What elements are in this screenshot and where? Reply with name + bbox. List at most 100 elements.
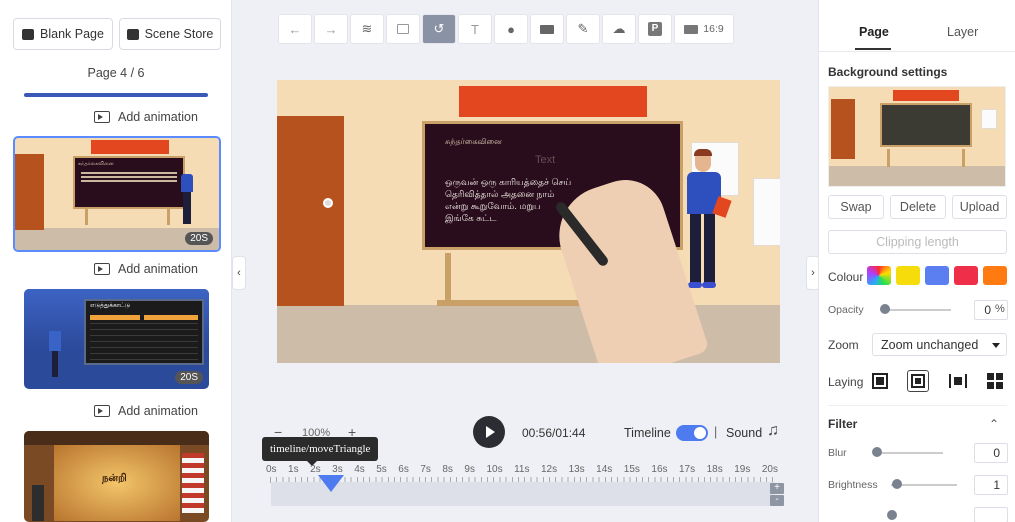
background-preview[interactable] [828, 86, 1006, 187]
add-animation-button[interactable]: Add animation [94, 262, 198, 276]
colour-label: Colour [828, 270, 864, 284]
text-tool-button[interactable]: T [458, 14, 492, 44]
animation-icon [94, 263, 110, 275]
undo-button[interactable]: ← [278, 14, 312, 44]
add-track-button[interactable]: + [770, 483, 784, 494]
plus-square-icon [22, 28, 35, 40]
playhead-triangle[interactable] [318, 475, 344, 492]
time-ruler-labels: 0s 1s 2s 3s 4s 5s 6s 7s 8s 9s 10s 11s 12s 13s 14s 15s 16… [266, 464, 778, 475]
fill-layout-icon [872, 373, 888, 389]
scene-canvas[interactable]: சுந்தர்கைவினை Text ஒருவன் ஒரு காரியத்தைச… [277, 80, 780, 363]
chevron-down-icon [992, 343, 1000, 348]
layers-icon: ≋ [361, 21, 373, 36]
timeline-toggle[interactable] [676, 425, 708, 441]
animation-icon [94, 111, 110, 123]
separator: | [714, 425, 718, 439]
undo-icon: ← [288, 21, 302, 37]
color-swatch-blue[interactable] [925, 266, 949, 285]
text-placeholder[interactable]: Text [535, 154, 555, 166]
remove-track-button[interactable]: - [770, 495, 784, 506]
filter-title: Filter [828, 417, 858, 431]
page-thumbnail-6[interactable]: நன்றி [24, 431, 209, 522]
blur-input[interactable]: 0 [974, 443, 1008, 463]
laying-fit-button[interactable] [907, 370, 929, 392]
next-filter-input[interactable] [974, 507, 1008, 522]
cloud-icon: ☁ [612, 21, 626, 36]
text-icon: T [471, 21, 479, 37]
zoom-select[interactable]: Zoom unchanged [872, 333, 1007, 356]
color-swatch-yellow[interactable] [896, 266, 920, 285]
opacity-slider-handle[interactable] [880, 304, 890, 314]
microphone-icon: ● [507, 21, 515, 37]
chevron-up-icon[interactable]: ⌃ [989, 417, 999, 431]
brightness-slider-handle[interactable] [892, 479, 902, 489]
play-button[interactable] [473, 416, 505, 448]
brightness-label: Brightness [828, 479, 878, 491]
page-counter: Page 4 / 6 [87, 66, 145, 80]
blank-page-button[interactable]: Blank Page [13, 18, 113, 50]
opacity-slider[interactable] [881, 309, 951, 311]
sound-label: Sound [726, 426, 763, 440]
animation-icon [94, 405, 110, 417]
laying-label: Laying [828, 375, 864, 389]
opacity-label: Opacity [828, 304, 864, 316]
timeline-panel: − 100% + 00:56/01:44 Timeline | Sound ♫ … [262, 400, 802, 522]
page-thumbnail-5[interactable]: எடுத்துக்காட்டு 20S [24, 289, 209, 389]
aspect-ratio-button[interactable]: 16:9 [674, 14, 734, 44]
store-icon [126, 28, 139, 40]
add-animation-button[interactable]: Add animation [94, 110, 198, 124]
page-thumbnail-4[interactable]: சுந்தர்கைவினை 20S [13, 136, 221, 252]
p-button[interactable]: P [638, 14, 672, 44]
laying-fill-button[interactable] [869, 370, 891, 392]
timeline-track[interactable] [271, 482, 775, 506]
layers-button[interactable]: ≋ [350, 14, 384, 44]
tab-page[interactable]: Page [859, 25, 889, 39]
blur-slider[interactable] [877, 452, 943, 454]
upload-button[interactable]: Upload [952, 195, 1007, 219]
pen-button[interactable]: ✎ [566, 14, 600, 44]
tab-layer[interactable]: Layer [947, 25, 978, 39]
camera-button[interactable] [530, 14, 564, 44]
chevron-right-icon: › [811, 267, 815, 279]
door [277, 116, 344, 306]
collapse-left-panel-button[interactable]: ‹ [232, 256, 246, 290]
zoom-label: Zoom [828, 338, 859, 352]
record-audio-button[interactable]: ● [494, 14, 528, 44]
blur-slider-handle[interactable] [872, 447, 882, 457]
banner [459, 86, 647, 117]
scene-store-button[interactable]: Scene Store [119, 18, 221, 50]
percent-unit: % [995, 303, 1005, 315]
frame-button[interactable] [386, 14, 420, 44]
delete-button[interactable]: Delete [890, 195, 946, 219]
fit-layout-icon [911, 374, 925, 388]
music-note-icon[interactable]: ♫ [767, 422, 779, 440]
board-title: சுந்தர்கைவினை [445, 137, 502, 146]
background-settings-title: Background settings [828, 65, 948, 79]
brightness-input[interactable]: 1 [974, 475, 1008, 495]
add-animation-button[interactable]: Add animation [94, 404, 198, 418]
center-layout-icon [949, 374, 967, 388]
color-swatch-red[interactable] [954, 266, 978, 285]
redo-icon: → [324, 21, 338, 37]
duration-badge: 20S [185, 232, 213, 245]
previous-thumbnail-edge[interactable] [24, 93, 208, 97]
swap-button[interactable]: Swap [828, 195, 884, 219]
tile-layout-icon [987, 373, 1003, 389]
wall-paper [753, 178, 780, 246]
pages-panel: Blank Page Scene Store Page 4 / 6 Add an… [0, 0, 232, 522]
pen-icon: ✎ [577, 21, 589, 36]
editor-toolbar: ← → ≋ ↺ T ● ✎ ☁ P 16:9 [278, 14, 734, 44]
laying-tile-button[interactable] [984, 370, 1006, 392]
clipping-length-button[interactable]: Clipping length [828, 230, 1007, 254]
laying-center-button[interactable] [947, 370, 969, 392]
cloud-button[interactable]: ☁ [602, 14, 636, 44]
redo-button[interactable]: → [314, 14, 348, 44]
color-swatch-orange[interactable] [983, 266, 1007, 285]
chevron-left-icon: ‹ [237, 267, 241, 279]
hand-draw-button[interactable]: ↺ [422, 14, 456, 44]
playback-time: 00:56/01:44 [522, 426, 586, 440]
contrast-slider-handle[interactable] [887, 510, 897, 520]
duration-badge: 20S [175, 371, 203, 384]
color-picker-swatch[interactable] [867, 266, 891, 285]
active-tab-underline [855, 48, 891, 50]
